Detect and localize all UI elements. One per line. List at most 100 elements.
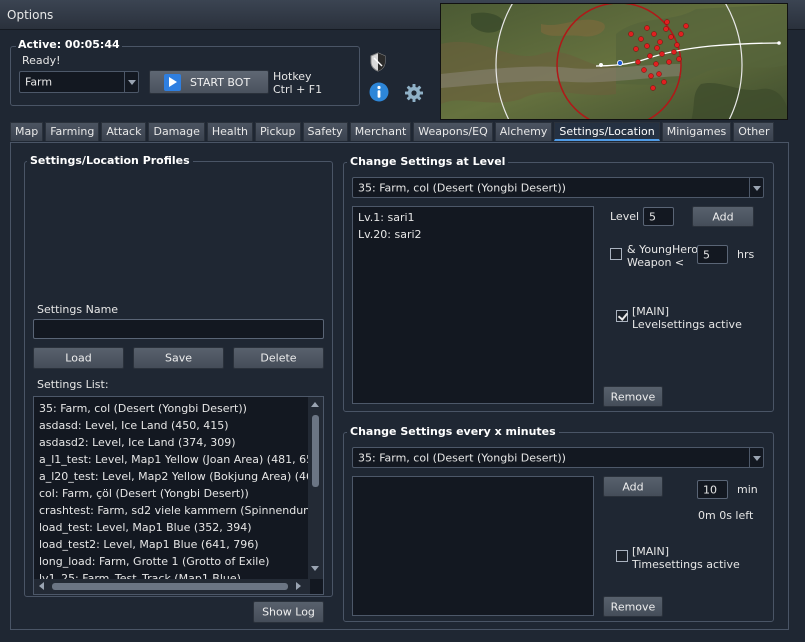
tab-attack[interactable]: Attack: [101, 122, 147, 141]
list-item[interactable]: a_l20_test: Level, Map2 Yellow (Bokjung …: [39, 470, 323, 483]
tab-map[interactable]: Map: [10, 122, 44, 141]
active-timer: Active: 00:05:44: [16, 38, 122, 51]
chevron-down-icon: [124, 72, 138, 92]
shield-icon[interactable]: [369, 52, 387, 72]
window-title: Options: [7, 8, 54, 22]
list-item[interactable]: asdasd: Level, Ice Land (450, 415): [39, 419, 229, 432]
settings-list-hscrollbar[interactable]: [34, 579, 310, 594]
gear-icon[interactable]: [404, 83, 424, 103]
delete-label: Delete: [260, 351, 297, 365]
hscrollbar-thumb[interactable]: [52, 583, 288, 590]
time-entries-list[interactable]: [352, 476, 594, 616]
scroll-right-icon[interactable]: [296, 582, 301, 590]
tab-pickup[interactable]: Pickup: [255, 122, 301, 141]
show-log-label: Show Log: [262, 605, 315, 619]
tab-other[interactable]: Other: [733, 122, 775, 141]
timesettings-active-label: [MAIN] Timesettings active: [632, 545, 740, 571]
list-item[interactable]: 35: Farm, col (Desert (Yongbi Desert)): [39, 402, 247, 415]
minutes-input[interactable]: 10: [697, 480, 728, 499]
level-profile-select[interactable]: 35: Farm, col (Desert (Yongbi Desert)): [352, 177, 764, 198]
time-add-button[interactable]: Add: [603, 476, 663, 497]
time-profile-value: 35: Farm, col (Desert (Yongbi Desert)): [358, 451, 566, 464]
level-entries-list[interactable]: Lv.1: sari1 Lv.20: sari2: [352, 206, 594, 404]
time-left-text: 0m 0s left: [698, 509, 754, 522]
tab-weapons-eq[interactable]: Weapons/EQ: [413, 122, 493, 141]
tab-health[interactable]: Health: [206, 122, 254, 141]
start-bot-label: START BOT: [190, 76, 251, 89]
save-label: Save: [164, 351, 192, 365]
load-label: Load: [65, 351, 92, 365]
tab-safety[interactable]: Safety: [302, 122, 348, 141]
tab-settings-location[interactable]: Settings/Location: [554, 122, 660, 141]
level-profile-value: 35: Farm, col (Desert (Yongbi Desert)): [358, 181, 566, 194]
time-add-label: Add: [622, 480, 644, 493]
settings-list[interactable]: 35: Farm, col (Desert (Yongbi Desert)) a…: [33, 396, 324, 595]
list-item[interactable]: col: Farm, çöl (Desert (Yongbi Desert)): [39, 487, 249, 500]
hours-input[interactable]: 5: [697, 245, 728, 264]
timesettings-main-tag: [MAIN]: [632, 545, 670, 558]
play-icon: [164, 74, 181, 91]
delete-button[interactable]: Delete: [233, 347, 324, 369]
level-remove-button[interactable]: Remove: [603, 386, 663, 407]
list-item[interactable]: Lv.20: sari2: [358, 228, 422, 241]
mode-value: Farm: [25, 75, 53, 89]
minutes-value: 10: [703, 483, 717, 496]
settings-name-label: Settings Name: [37, 303, 119, 316]
hotkey-info: Hotkey Ctrl + F1: [273, 70, 322, 96]
tab-merchant[interactable]: Merchant: [349, 122, 412, 141]
list-item[interactable]: Lv.1: sari1: [358, 211, 415, 224]
level-remove-label: Remove: [610, 390, 656, 403]
status-text: Ready!: [22, 54, 61, 67]
tab-minigames[interactable]: Minigames: [661, 122, 732, 141]
list-item[interactable]: asdasd2: Level, Ice Land (374, 309): [39, 436, 236, 449]
level-add-button[interactable]: Add: [692, 206, 754, 227]
chevron-down-icon: [749, 178, 763, 197]
levelsettings-main-tag: [MAIN]: [632, 305, 670, 318]
show-log-button[interactable]: Show Log: [253, 601, 324, 623]
settings-list-vscrollbar[interactable]: [308, 397, 323, 579]
younghero-checkbox[interactable]: [610, 248, 622, 260]
tab-farming[interactable]: Farming: [45, 122, 100, 141]
profiles-title: Settings/Location Profiles: [27, 154, 193, 167]
settings-name-input[interactable]: [33, 319, 324, 339]
younghero-label: & YoungHero Weapon <: [627, 243, 698, 269]
scroll-left-icon[interactable]: [39, 582, 44, 590]
load-button[interactable]: Load: [33, 347, 124, 369]
list-item[interactable]: a_l1_test: Level, Map1 Yellow (Joan Area…: [39, 453, 323, 466]
minimap[interactable]: [440, 3, 788, 120]
level-input[interactable]: 5: [643, 207, 674, 226]
list-item[interactable]: crashtest: Farm, sd2 viele kammern (Spin…: [39, 504, 323, 517]
minutes-unit: min: [737, 483, 758, 496]
level-value: 5: [649, 210, 656, 223]
list-item[interactable]: load_test: Level, Map1 Blue (352, 394): [39, 521, 251, 534]
timesettings-active-checkbox[interactable]: [616, 550, 628, 562]
list-item[interactable]: load_test2: Level, Map1 Blue (641, 796): [39, 538, 258, 551]
tab-damage[interactable]: Damage: [148, 122, 205, 141]
level-label: Level: [610, 210, 640, 223]
tab-bar: Map Farming Attack Damage Health Pickup …: [10, 122, 775, 142]
scrollbar-thumb[interactable]: [312, 415, 319, 487]
mode-select[interactable]: Farm: [19, 71, 139, 93]
hours-value: 5: [703, 248, 710, 261]
tab-alchemy[interactable]: Alchemy: [494, 122, 553, 141]
info-icon[interactable]: [369, 82, 389, 102]
time-remove-button[interactable]: Remove: [603, 596, 663, 617]
levelsettings-active-checkbox[interactable]: [616, 310, 628, 322]
scroll-down-icon[interactable]: [311, 566, 319, 571]
hotkey-combo: Ctrl + F1: [273, 83, 323, 96]
younghero-label-line1: & YoungHero: [627, 243, 699, 256]
levelsettings-active-text: Levelsettings active: [632, 318, 742, 331]
hotkey-label: Hotkey: [273, 70, 312, 83]
time-remove-label: Remove: [610, 600, 656, 613]
younghero-label-line2: Weapon <: [627, 256, 685, 269]
start-bot-button[interactable]: START BOT: [149, 70, 269, 94]
level-settings-title: Change Settings at Level: [347, 155, 509, 168]
time-settings-title: Change Settings every x minutes: [347, 425, 559, 438]
time-profile-select[interactable]: 35: Farm, col (Desert (Yongbi Desert)): [352, 447, 764, 468]
list-item[interactable]: long_load: Farm, Grotte 1 (Grotto of Exi…: [39, 555, 269, 568]
hours-unit: hrs: [737, 248, 755, 261]
scroll-up-icon[interactable]: [311, 402, 319, 407]
settings-list-label: Settings List:: [37, 378, 109, 391]
timesettings-active-text: Timesettings active: [632, 558, 740, 571]
save-button[interactable]: Save: [133, 347, 224, 369]
